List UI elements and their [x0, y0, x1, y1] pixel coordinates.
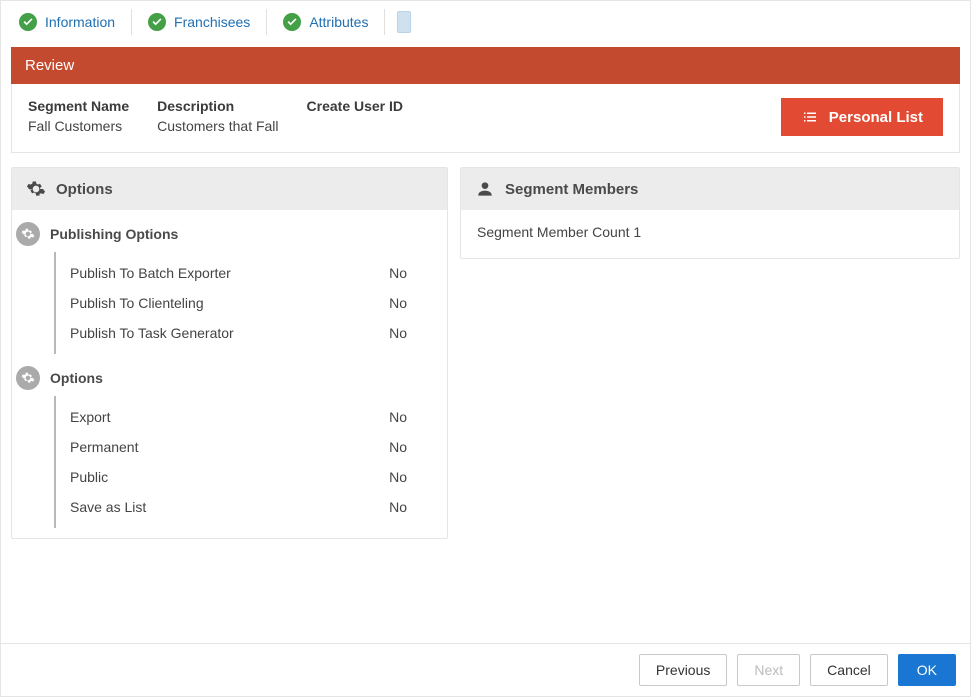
options-panel-head: Options	[12, 168, 447, 210]
next-button: Next	[737, 654, 800, 686]
field-create-user-id: Create User ID	[307, 98, 404, 134]
tab-attributes[interactable]: Attributes	[267, 9, 385, 35]
tab-label: Information	[45, 14, 115, 30]
option-label: Publish To Batch Exporter	[70, 265, 231, 281]
publishing-options-group: Publishing Options Publish To Batch Expo…	[12, 216, 447, 354]
person-icon	[475, 179, 495, 199]
group-list: Publish To Batch Exporter No Publish To …	[54, 252, 447, 354]
members-panel-title: Segment Members	[505, 181, 638, 198]
tab-information[interactable]: Information	[11, 9, 132, 35]
field-description: Description Customers that Fall	[157, 98, 278, 134]
segment-members-panel: Segment Members Segment Member Count 1	[460, 167, 960, 259]
option-label: Publish To Clienteling	[70, 295, 204, 311]
personal-list-label: Personal List	[829, 109, 923, 126]
check-icon	[283, 13, 301, 31]
option-label: Publish To Task Generator	[70, 325, 234, 341]
options-panel-title: Options	[56, 181, 113, 198]
option-row: Publish To Task Generator No	[70, 318, 447, 348]
option-row: Permanent No	[70, 432, 447, 462]
current-step-indicator	[397, 11, 411, 33]
option-row: Export No	[70, 402, 447, 432]
personal-list-button[interactable]: Personal List	[781, 98, 943, 136]
content-area: Review Segment Name Fall Customers Descr…	[1, 47, 970, 643]
members-panel-head: Segment Members	[461, 168, 959, 210]
tab-franchisees[interactable]: Franchisees	[132, 9, 267, 35]
option-row: Save as List No	[70, 492, 447, 522]
review-banner: Review	[11, 47, 960, 84]
group-title: Publishing Options	[50, 226, 178, 242]
group-list: Export No Permanent No Public No Save as…	[54, 396, 447, 528]
option-label: Permanent	[70, 439, 138, 455]
previous-button[interactable]: Previous	[639, 654, 727, 686]
cancel-button[interactable]: Cancel	[810, 654, 888, 686]
summary-fields: Segment Name Fall Customers Description …	[28, 98, 403, 134]
summary-bar: Segment Name Fall Customers Description …	[11, 84, 960, 153]
option-value: No	[389, 439, 407, 455]
panel-row: Options Publishing Options Publish To Ba…	[11, 167, 960, 539]
option-value: No	[389, 325, 407, 341]
option-value: No	[389, 409, 407, 425]
gear-icon	[26, 179, 46, 199]
gear-icon	[16, 222, 40, 246]
option-value: No	[389, 265, 407, 281]
tab-label: Franchisees	[174, 14, 250, 30]
description-value: Customers that Fall	[157, 118, 278, 134]
option-value: No	[389, 469, 407, 485]
check-icon	[19, 13, 37, 31]
option-row: Publish To Batch Exporter No	[70, 258, 447, 288]
segment-name-value: Fall Customers	[28, 118, 129, 134]
list-icon	[801, 108, 819, 126]
group-head: Publishing Options	[12, 216, 447, 252]
option-label: Public	[70, 469, 108, 485]
gear-icon	[16, 366, 40, 390]
check-icon	[148, 13, 166, 31]
wizard-steps: Information Franchisees Attributes	[1, 1, 970, 47]
tab-label: Attributes	[309, 14, 368, 30]
description-label: Description	[157, 98, 278, 114]
review-title: Review	[25, 57, 74, 74]
segment-name-label: Segment Name	[28, 98, 129, 114]
option-row: Publish To Clienteling No	[70, 288, 447, 318]
create-user-id-label: Create User ID	[307, 98, 404, 114]
group-title: Options	[50, 370, 103, 386]
field-segment-name: Segment Name Fall Customers	[28, 98, 129, 134]
option-label: Export	[70, 409, 110, 425]
option-label: Save as List	[70, 499, 146, 515]
group-head: Options	[12, 360, 447, 396]
ok-button[interactable]: OK	[898, 654, 956, 686]
options-group: Options Export No Permanent No Public No	[12, 360, 447, 528]
members-panel-body: Segment Member Count 1	[461, 210, 959, 258]
option-value: No	[389, 295, 407, 311]
footer: Previous Next Cancel OK	[1, 643, 970, 696]
segment-member-count: Segment Member Count 1	[477, 224, 641, 240]
options-panel: Options Publishing Options Publish To Ba…	[11, 167, 448, 539]
option-row: Public No	[70, 462, 447, 492]
option-value: No	[389, 499, 407, 515]
